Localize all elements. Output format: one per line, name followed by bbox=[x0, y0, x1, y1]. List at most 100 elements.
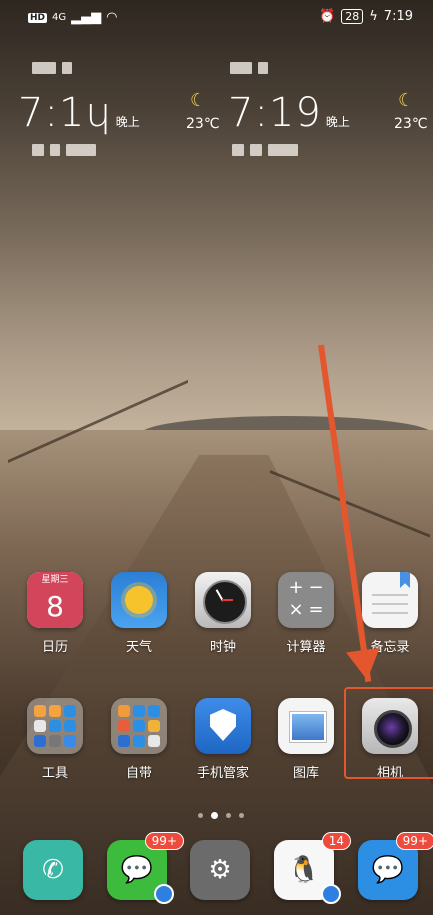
mini-app-icon bbox=[34, 735, 46, 747]
calendar-day: 8 bbox=[27, 588, 83, 628]
note-line bbox=[372, 594, 408, 596]
app-label: 天气 bbox=[125, 640, 152, 655]
battery-level: 28 bbox=[341, 9, 364, 24]
page-dot[interactable] bbox=[226, 813, 231, 818]
shield-icon bbox=[195, 698, 251, 754]
gallery-icon bbox=[278, 698, 334, 754]
mini-app-icon bbox=[64, 720, 76, 732]
app-gallery[interactable]: 图库 bbox=[273, 698, 339, 781]
blurred-text bbox=[32, 144, 96, 156]
app-notes[interactable]: 备忘录 bbox=[357, 572, 423, 655]
app-calculator[interactable]: + − × = 计算器 bbox=[273, 572, 339, 655]
folder-icon bbox=[27, 698, 83, 754]
plus-glyph: + bbox=[288, 577, 304, 598]
network-type: 4G bbox=[52, 12, 67, 23]
moon-icon: ☾ bbox=[190, 90, 207, 111]
camera-highlight-box bbox=[344, 687, 433, 779]
note-line bbox=[372, 612, 408, 614]
notification-badge: 99+ bbox=[144, 832, 184, 850]
bookmark-icon bbox=[400, 572, 410, 588]
status-bar: HD 4G ▂▄▆ ◠ ⏰ 28 ϟ 7:19 bbox=[0, 0, 433, 34]
app-label: 计算器 bbox=[286, 640, 326, 655]
calendar-icon: 星期三 8 bbox=[27, 572, 83, 628]
dock-wechat[interactable]: 💬 99+ bbox=[104, 832, 184, 904]
dock-phone[interactable]: ✆ bbox=[20, 840, 86, 900]
app-label: 日历 bbox=[41, 640, 68, 655]
app-calendar[interactable]: 星期三 8 日历 bbox=[22, 572, 88, 655]
shield-shape bbox=[210, 709, 236, 741]
mini-app-icon bbox=[148, 735, 160, 747]
app-clock[interactable]: 时钟 bbox=[190, 572, 256, 655]
app-label: 时钟 bbox=[209, 640, 236, 655]
clock-ampm: 晚上 bbox=[115, 115, 140, 129]
blurred-text bbox=[230, 62, 268, 74]
mini-app-icon bbox=[148, 705, 160, 717]
clock-widget-1[interactable]: 7:1ɥ 晚上 ☾ 23℃ bbox=[18, 90, 220, 136]
app-phone-manager[interactable]: 手机管家 bbox=[190, 698, 256, 781]
mini-app-icon bbox=[118, 720, 130, 732]
clock-icon bbox=[195, 572, 251, 628]
wifi-icon: ◠ bbox=[106, 10, 118, 25]
phone-icon: ✆ bbox=[23, 840, 83, 900]
app-label: 工具 bbox=[41, 766, 68, 781]
folder-builtin[interactable]: 自带 bbox=[106, 698, 172, 781]
dock-qq[interactable]: 🐧 14 bbox=[271, 832, 351, 904]
notification-badge: 99+ bbox=[395, 832, 433, 850]
clock-ampm: 晚上 bbox=[325, 115, 350, 129]
notes-icon bbox=[362, 572, 418, 628]
folder-tools[interactable]: 工具 bbox=[22, 698, 88, 781]
mini-app-icon bbox=[118, 735, 130, 747]
mini-app-icon bbox=[118, 705, 130, 717]
mini-app-icon bbox=[133, 735, 145, 747]
calendar-weekday: 星期三 bbox=[27, 572, 83, 588]
verified-icon bbox=[321, 884, 341, 904]
settings-icon: ⚙ bbox=[190, 840, 250, 900]
clock-temp: 23℃ bbox=[186, 116, 220, 132]
app-weather[interactable]: 天气 bbox=[106, 572, 172, 655]
status-left: HD 4G ▂▄▆ ◠ bbox=[28, 10, 117, 25]
status-right: ⏰ 28 ϟ 7:19 bbox=[319, 9, 413, 24]
annotation-arrow-head bbox=[346, 647, 384, 683]
mini-app-icon bbox=[148, 720, 160, 732]
dock-settings[interactable]: ⚙ bbox=[187, 840, 253, 900]
minus-glyph: − bbox=[308, 577, 324, 598]
folder-icon bbox=[111, 698, 167, 754]
page-indicator[interactable] bbox=[198, 812, 244, 819]
mini-app-icon bbox=[34, 720, 46, 732]
dock-messages[interactable]: 💬 99+ bbox=[355, 832, 433, 900]
notification-badge: 14 bbox=[321, 832, 351, 850]
mini-app-icon bbox=[49, 705, 61, 717]
clock-time: 7:1ɥ bbox=[18, 90, 112, 136]
app-label: 自带 bbox=[125, 766, 152, 781]
mini-app-icon bbox=[133, 705, 145, 717]
mini-app-icon bbox=[64, 705, 76, 717]
app-label: 手机管家 bbox=[196, 766, 249, 781]
mini-app-icon bbox=[133, 720, 145, 732]
app-label: 图库 bbox=[292, 766, 319, 781]
alarm-icon: ⏰ bbox=[319, 9, 336, 24]
photo-shape bbox=[290, 712, 326, 742]
clock-face bbox=[203, 580, 247, 624]
charging-icon: ϟ bbox=[369, 9, 378, 24]
verified-icon bbox=[154, 884, 174, 904]
signal-icon: ▂▄▆ bbox=[71, 10, 102, 25]
gear-glyph: ⚙ bbox=[208, 855, 232, 885]
clock-time: 7:19 bbox=[228, 90, 322, 136]
mini-app-icon bbox=[49, 735, 61, 747]
page-dot[interactable] bbox=[198, 813, 203, 818]
times-glyph: × bbox=[288, 599, 304, 620]
blurred-text bbox=[232, 144, 298, 156]
phone-glyph: ✆ bbox=[42, 855, 64, 885]
mini-app-icon bbox=[49, 720, 61, 732]
clock-widget-2[interactable]: 7:19 晚上 ☾ 23℃ bbox=[228, 90, 428, 136]
clock-hand bbox=[222, 599, 233, 601]
mini-app-icon bbox=[34, 705, 46, 717]
page-dot[interactable] bbox=[239, 813, 244, 818]
equals-glyph: = bbox=[308, 599, 324, 620]
hd-badge: HD bbox=[28, 12, 48, 23]
blurred-text bbox=[32, 62, 72, 74]
status-time: 7:19 bbox=[383, 9, 413, 24]
sun-icon bbox=[125, 586, 153, 614]
clock-temp: 23℃ bbox=[394, 116, 428, 132]
page-dot-current[interactable] bbox=[211, 812, 218, 819]
